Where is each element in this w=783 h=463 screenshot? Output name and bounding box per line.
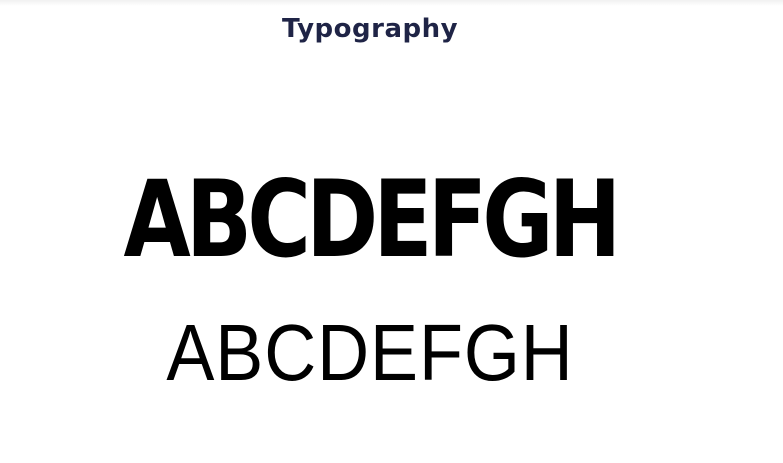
- regular-font-sample: ABCDEFGH: [166, 308, 574, 397]
- typography-section: Typography ABCDEFGH ABCDEFGH: [0, 0, 783, 463]
- heavy-font-sample: ABCDEFGH: [123, 158, 622, 281]
- top-divider: [0, 0, 783, 6]
- section-title: Typography: [281, 14, 459, 44]
